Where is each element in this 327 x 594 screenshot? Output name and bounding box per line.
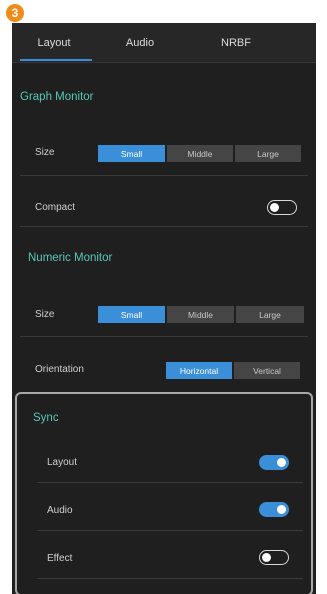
- sync-audio-toggle[interactable]: [259, 502, 289, 517]
- toggle-knob: [277, 504, 286, 514]
- sync-title: Sync: [33, 412, 59, 424]
- numeric-size-label: Size: [35, 309, 55, 320]
- divider: [37, 578, 303, 579]
- toggle-knob: [270, 202, 279, 212]
- sync-effect-toggle[interactable]: [259, 550, 289, 565]
- sync-effect-label: Effect: [47, 553, 73, 564]
- sync-section-highlight: Sync Layout Audio Effect: [15, 392, 313, 594]
- numeric-size-small-button[interactable]: Small: [98, 306, 165, 323]
- numeric-size-middle-button[interactable]: Middle: [167, 306, 234, 323]
- sync-audio-label: Audio: [47, 505, 73, 516]
- graph-size-middle-button[interactable]: Middle: [167, 145, 233, 162]
- orientation-horizontal-button[interactable]: Horizontal: [166, 362, 232, 379]
- compact-label: Compact: [35, 202, 76, 213]
- sync-layout-toggle[interactable]: [259, 455, 289, 470]
- active-tab-indicator: [20, 59, 92, 61]
- orientation-selector: Horizontal Vertical: [166, 362, 300, 379]
- step-number-badge: 3: [6, 4, 24, 22]
- tab-audio[interactable]: Audio: [112, 23, 168, 63]
- orientation-label: Orientation: [35, 364, 84, 375]
- divider: [20, 336, 308, 337]
- sync-layout-label: Layout: [47, 457, 78, 468]
- tab-bar: Layout Audio NRBF: [12, 23, 316, 63]
- divider: [37, 482, 303, 483]
- graph-size-selector: Small Middle Large: [98, 145, 301, 162]
- tab-nrbf[interactable]: NRBF: [208, 23, 264, 63]
- numeric-monitor-title: Numeric Monitor: [28, 252, 113, 264]
- divider: [37, 530, 303, 531]
- divider: [20, 175, 308, 176]
- numeric-size-large-button[interactable]: Large: [236, 306, 304, 323]
- settings-panel: Layout Audio NRBF Graph Monitor Size Sma…: [12, 23, 316, 594]
- numeric-size-selector: Small Middle Large: [98, 306, 304, 323]
- graph-size-large-button[interactable]: Large: [235, 145, 301, 162]
- tab-layout[interactable]: Layout: [18, 23, 90, 63]
- compact-toggle[interactable]: [267, 200, 297, 215]
- graph-monitor-title: Graph Monitor: [20, 91, 94, 103]
- orientation-vertical-button[interactable]: Vertical: [234, 362, 300, 379]
- divider: [20, 226, 308, 227]
- graph-size-small-button[interactable]: Small: [98, 145, 165, 162]
- toggle-knob: [277, 457, 286, 467]
- toggle-knob: [262, 552, 271, 562]
- graph-size-label: Size: [35, 147, 55, 158]
